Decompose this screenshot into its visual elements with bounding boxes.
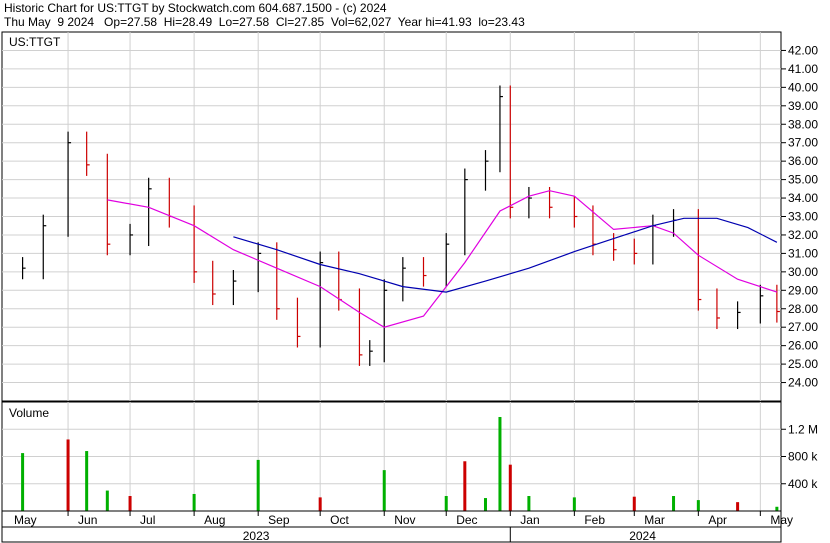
price-tick-label: 26.00 bbox=[788, 339, 818, 353]
month-tick-label: Feb bbox=[584, 513, 605, 527]
volume-axis: 1.2 M 800 k 400 k bbox=[781, 422, 818, 491]
price-tick-label: 35.00 bbox=[788, 173, 818, 187]
year-axis-frame bbox=[1, 526, 782, 543]
volume-bar bbox=[66, 439, 70, 511]
month-tick-label: Sep bbox=[268, 513, 290, 527]
price-grid bbox=[2, 32, 781, 401]
price-tick-label: 42.00 bbox=[788, 43, 818, 57]
price-tick-label: 33.00 bbox=[788, 210, 818, 224]
symbol-label: US:TTGT bbox=[9, 35, 61, 49]
price-tick-label: 24.00 bbox=[788, 376, 818, 390]
volume-bar bbox=[192, 493, 196, 511]
price-tick-label: 38.00 bbox=[788, 117, 818, 131]
volume-tick-label: 1.2 M bbox=[788, 422, 818, 436]
price-tick-label: 39.00 bbox=[788, 99, 818, 113]
volume-bar bbox=[775, 506, 779, 511]
volume-bar bbox=[672, 496, 676, 511]
volume-label: Volume bbox=[9, 406, 49, 420]
price-tick-label: 25.00 bbox=[788, 357, 818, 371]
price-tick-label: 37.00 bbox=[788, 136, 818, 150]
price-tick-label: 40.00 bbox=[788, 80, 818, 94]
month-tick-label: Apr bbox=[708, 513, 727, 527]
price-tick-label: 32.00 bbox=[788, 228, 818, 242]
price-tick-label: 34.00 bbox=[788, 191, 818, 205]
month-tick-label: Oct bbox=[330, 513, 349, 527]
price-tick-label: 36.00 bbox=[788, 154, 818, 168]
month-tick-label: Jan bbox=[520, 513, 539, 527]
month-tick-label: Dec bbox=[456, 513, 477, 527]
volume-bar bbox=[21, 453, 25, 511]
price-tick-label: 31.00 bbox=[788, 246, 818, 260]
volume-bar bbox=[498, 416, 502, 511]
year-label: 2024 bbox=[629, 529, 656, 543]
month-tick-label: Jul bbox=[140, 513, 155, 527]
month-tick-label: Mar bbox=[644, 513, 665, 527]
volume-bar bbox=[527, 496, 531, 511]
volume-bar bbox=[318, 497, 322, 511]
month-tick-label: May bbox=[770, 513, 793, 527]
volume-bar bbox=[696, 500, 700, 511]
volume-bar bbox=[382, 470, 386, 511]
volume-tick-label: 400 k bbox=[788, 477, 818, 491]
price-tick-label: 27.00 bbox=[788, 320, 818, 334]
volume-bar bbox=[736, 502, 740, 511]
year-label: 2023 bbox=[243, 529, 270, 543]
volume-bar bbox=[85, 451, 89, 511]
stock-chart: 42.00 41.00 40.00 39.00 38.00 37.00 36.00 35.00… bbox=[1, 31, 818, 543]
volume-bar bbox=[444, 496, 448, 511]
volume-bar bbox=[483, 498, 487, 511]
volume-bar bbox=[508, 464, 512, 511]
price-tick-label: 29.00 bbox=[788, 283, 818, 297]
month-tick-label: Jun bbox=[78, 513, 97, 527]
volume-bar bbox=[463, 461, 467, 511]
price-axis: 42.00 41.00 40.00 39.00 38.00 37.00 36.00 35.00… bbox=[781, 43, 818, 390]
volume-bar bbox=[128, 496, 132, 511]
volume-bar bbox=[632, 496, 636, 511]
volume-bar bbox=[256, 459, 260, 511]
volume-bar bbox=[105, 490, 109, 511]
price-tick-label: 41.00 bbox=[788, 62, 818, 76]
volume-bar bbox=[572, 497, 576, 511]
month-tick-label: May bbox=[14, 513, 37, 527]
month-tick-label: Aug bbox=[204, 513, 225, 527]
month-tick-label: Nov bbox=[394, 513, 415, 527]
volume-tick-label: 800 k bbox=[788, 450, 818, 464]
price-tick-label: 28.00 bbox=[788, 302, 818, 316]
price-tick-label: 30.00 bbox=[788, 265, 818, 279]
